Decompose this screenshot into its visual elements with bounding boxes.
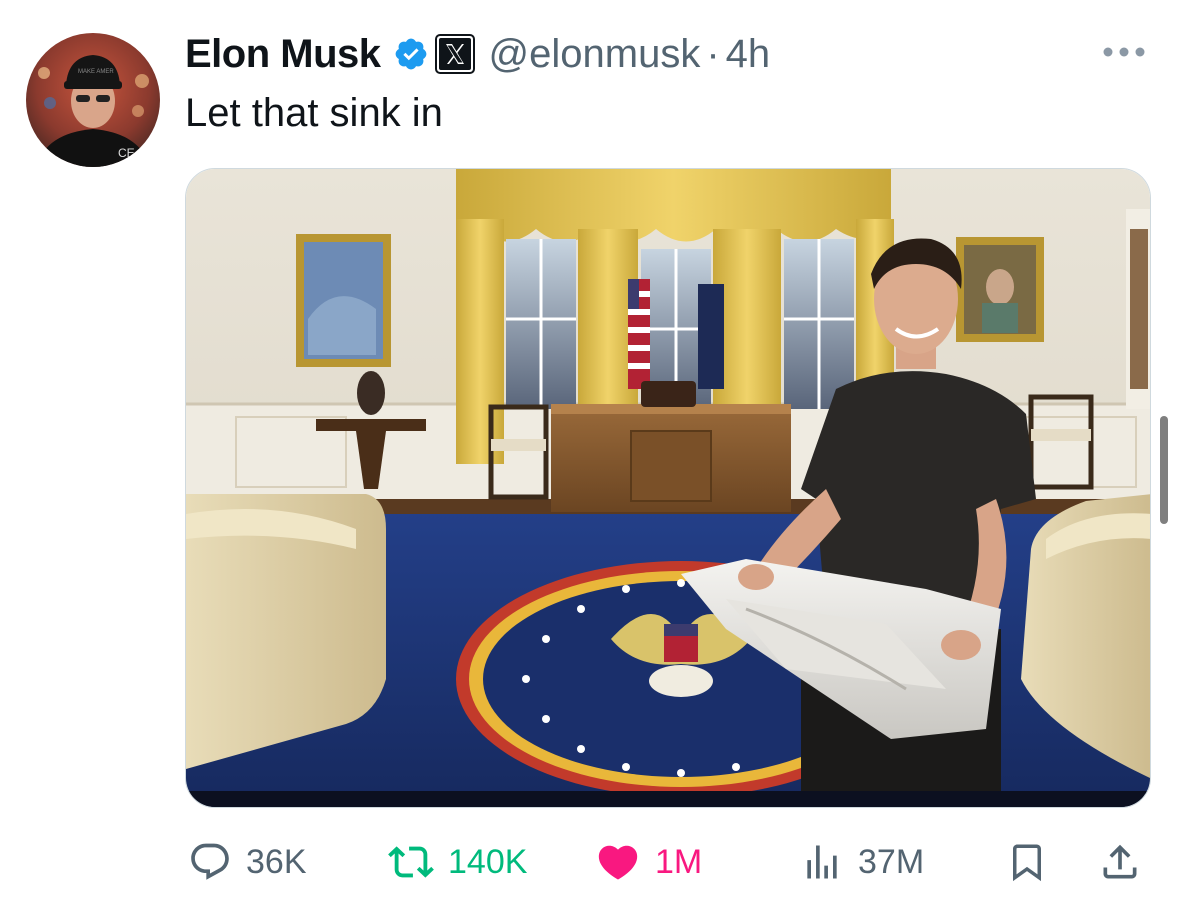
scrollbar[interactable] bbox=[1160, 416, 1168, 524]
reply-button[interactable]: 36K bbox=[188, 830, 307, 894]
share-button[interactable] bbox=[1098, 830, 1142, 894]
reply-count: 36K bbox=[246, 842, 307, 881]
author-display-name[interactable]: Elon Musk bbox=[185, 32, 381, 77]
avatar-image: CE MAKE AMER bbox=[26, 33, 160, 167]
bookmark-button[interactable] bbox=[1006, 830, 1048, 894]
author-handle[interactable]: @elonmusk bbox=[489, 32, 701, 77]
views-count: 37M bbox=[858, 842, 925, 881]
retweet-icon bbox=[388, 846, 434, 878]
like-count: 1M bbox=[655, 842, 703, 881]
more-dots-icon[interactable] bbox=[1098, 34, 1150, 70]
heart-icon bbox=[598, 845, 638, 880]
tweet-header: Elon Musk @elonmusk · 4h bbox=[185, 30, 770, 78]
author-avatar[interactable]: CE MAKE AMER bbox=[26, 33, 160, 167]
share-icon bbox=[1103, 844, 1137, 879]
photo-illustration bbox=[186, 169, 1150, 807]
separator-dot: · bbox=[706, 31, 720, 76]
verified-badge-icon[interactable] bbox=[393, 36, 429, 72]
retweet-button[interactable]: 140K bbox=[388, 830, 527, 894]
tweet-actions: 36K 140K 1M 37M bbox=[0, 830, 1179, 894]
comment-bubble-icon bbox=[191, 843, 229, 880]
x-logo-icon[interactable] bbox=[434, 34, 475, 74]
svg-text:MAKE AMER: MAKE AMER bbox=[78, 69, 114, 75]
tweet-text: Let that sink in bbox=[185, 91, 443, 135]
bookmark-icon bbox=[1013, 844, 1041, 882]
tweet-timestamp[interactable]: 4h bbox=[726, 32, 771, 77]
tweet-photo[interactable] bbox=[185, 168, 1151, 808]
retweet-count: 140K bbox=[448, 842, 528, 881]
tweet: CE MAKE AMER Elon Musk @elonmusk · 4h Le… bbox=[0, 0, 1179, 919]
svg-text:CE: CE bbox=[118, 146, 135, 160]
like-button[interactable]: 1M bbox=[595, 830, 702, 894]
views-button[interactable]: 37M bbox=[800, 830, 924, 894]
bar-chart-icon bbox=[807, 845, 837, 879]
